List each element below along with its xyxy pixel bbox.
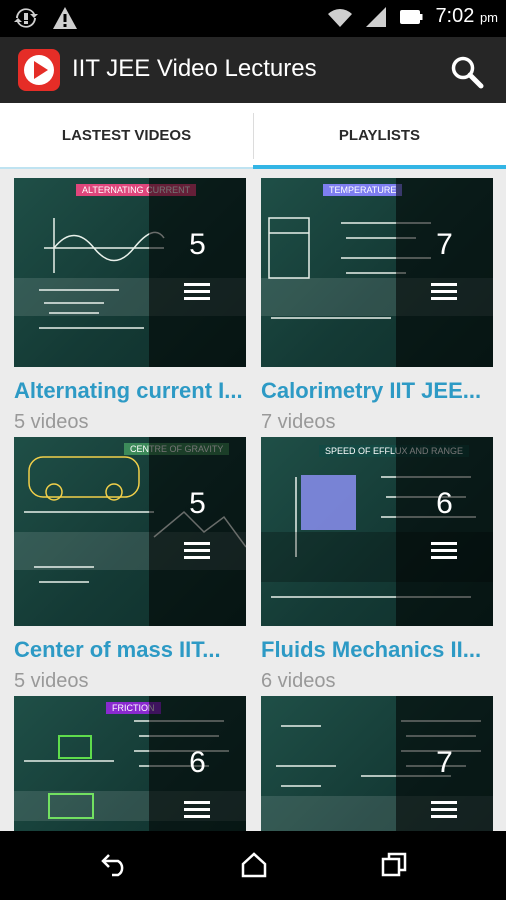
video-count-overlay: 7 bbox=[396, 178, 493, 367]
status-bar: 7:02 pm bbox=[0, 0, 506, 37]
video-count: 6 bbox=[436, 487, 453, 520]
playlist-title[interactable]: Alternating current I... bbox=[14, 378, 246, 404]
wifi-icon bbox=[328, 8, 353, 27]
playlist-tag: TEMPERATURE bbox=[323, 184, 403, 196]
app-logo-icon[interactable] bbox=[18, 49, 60, 91]
playlist-thumbnail[interactable]: FRICTION 6 bbox=[14, 696, 246, 831]
tab-label: LASTEST VIDEOS bbox=[61, 127, 192, 144]
battery-icon bbox=[400, 9, 423, 24]
app-title: IIT JEE Video Lectures bbox=[72, 55, 317, 82]
playlist-subtitle: 7 videos bbox=[261, 411, 336, 433]
signal-icon bbox=[366, 6, 387, 27]
tab-label: PLAYLISTS bbox=[338, 127, 421, 144]
playlist-subtitle: 5 videos bbox=[14, 411, 89, 433]
video-count: 5 bbox=[189, 228, 206, 261]
tab-playlists[interactable]: PLAYLISTS bbox=[253, 103, 506, 169]
playlist-grid: ALTERNATING CURRENT 5 Alternating curren… bbox=[0, 169, 506, 831]
search-icon[interactable] bbox=[450, 55, 484, 89]
playlist-icon bbox=[184, 542, 210, 559]
playlist-thumbnail[interactable]: SPEED OF EFFLUX AND RANGE 6 bbox=[261, 437, 493, 626]
video-count-overlay: 6 bbox=[149, 696, 246, 831]
tab-bar: LASTEST VIDEOS PLAYLISTS bbox=[0, 103, 506, 169]
warning-icon bbox=[53, 7, 77, 29]
video-count: 7 bbox=[436, 228, 453, 261]
video-count: 6 bbox=[189, 746, 206, 779]
playlist-icon bbox=[431, 283, 457, 300]
video-count-overlay: 6 bbox=[396, 437, 493, 626]
playlist-title[interactable]: Calorimetry IIT JEE... bbox=[261, 378, 493, 404]
video-count-overlay: 5 bbox=[149, 437, 246, 626]
playlist-icon bbox=[184, 801, 210, 818]
video-count: 7 bbox=[436, 746, 453, 779]
back-icon[interactable] bbox=[100, 851, 130, 877]
playlist-thumbnail[interactable]: CENTRE OF GRAVITY 5 bbox=[14, 437, 246, 626]
playlist-icon bbox=[431, 542, 457, 559]
sync-icon bbox=[14, 8, 38, 28]
playlist-icon bbox=[184, 283, 210, 300]
playlist-icon bbox=[431, 801, 457, 818]
video-count-overlay: 5 bbox=[149, 178, 246, 367]
app-bar: IIT JEE Video Lectures bbox=[0, 37, 506, 103]
home-icon[interactable] bbox=[240, 851, 268, 879]
playlist-thumbnail[interactable]: TEMPERATURE 7 bbox=[261, 178, 493, 367]
playlist-thumbnail[interactable]: ALTERNATING CURRENT 5 bbox=[14, 178, 246, 367]
playlist-title[interactable]: Fluids Mechanics II... bbox=[261, 637, 493, 663]
playlist-subtitle: 6 videos bbox=[261, 670, 336, 692]
video-count: 5 bbox=[189, 487, 206, 520]
clock: 7:02 pm bbox=[435, 5, 498, 27]
tab-latest-videos[interactable]: LASTEST VIDEOS bbox=[0, 103, 253, 169]
playlist-subtitle: 5 videos bbox=[14, 670, 89, 692]
recent-apps-icon[interactable] bbox=[380, 851, 408, 879]
video-count-overlay: 7 bbox=[396, 696, 493, 831]
playlist-title[interactable]: Center of mass IIT... bbox=[14, 637, 246, 663]
system-nav-bar bbox=[0, 831, 506, 900]
playlist-thumbnail[interactable]: 7 bbox=[261, 696, 493, 831]
